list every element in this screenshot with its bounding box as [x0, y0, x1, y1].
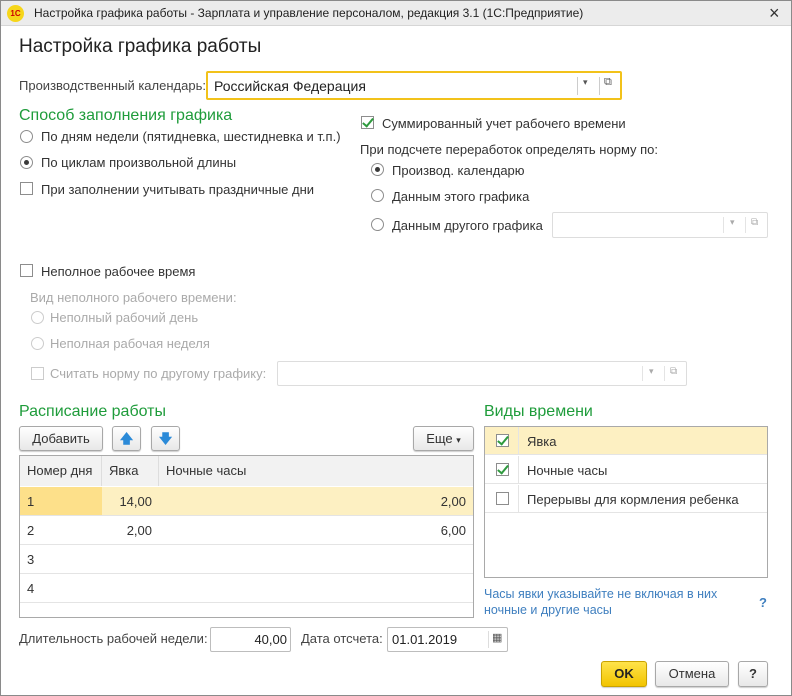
hint-help-icon[interactable]: ? — [759, 595, 767, 610]
ok-button[interactable]: OK — [601, 661, 647, 687]
time-type-label: Перерывы для кормления ребенка — [527, 492, 739, 507]
checkbox-label: Считать норму по другому графику: — [50, 366, 267, 381]
open-icon[interactable]: ⧉ — [670, 366, 677, 377]
radio-label: Данным другого графика — [392, 218, 543, 233]
cell-day[interactable]: 3 — [20, 545, 102, 574]
more-label: Еще — [426, 431, 453, 446]
radio-label: По дням недели (пятидневка, шестидневка … — [41, 129, 341, 144]
part-time-kind-label: Вид неполного рабочего времени: — [30, 290, 237, 305]
cell-attend[interactable] — [102, 574, 159, 603]
radio-this-schedule[interactable] — [371, 189, 384, 202]
help-button[interactable]: ? — [738, 661, 768, 687]
cell-night[interactable]: 6,00 — [159, 516, 473, 545]
checkbox-label: При заполнении учитывать праздничные дни — [41, 182, 315, 197]
radio-label: По циклам произвольной длины — [41, 155, 237, 170]
add-button[interactable]: Добавить — [19, 426, 103, 451]
schedule-table: Номер дня Явка Ночные часы 1 14,00 2,00 2 2,… — [19, 455, 474, 618]
cancel-button[interactable]: Отмена — [655, 661, 729, 687]
move-up-icon[interactable]: 🡅 — [112, 426, 141, 451]
schedule-heading: Расписание работы — [19, 403, 166, 420]
radio-part-week[interactable] — [31, 337, 44, 350]
open-icon[interactable]: ⧉ — [751, 217, 758, 228]
week-length-label: Длительность рабочей недели: — [19, 631, 208, 646]
dropdown-arrow-icon[interactable]: ▾ — [583, 77, 588, 88]
calendar-value: Российская Федерация — [214, 78, 366, 94]
cell-night[interactable] — [159, 545, 473, 574]
time-type-item[interactable]: Перерывы для кормления ребенка — [485, 485, 767, 513]
cell-night[interactable]: 2,00 — [159, 487, 473, 516]
time-type-checkbox[interactable] — [496, 463, 509, 476]
title-bar: 1С Настройка графика работы - Зарплата и… — [1, 1, 791, 26]
column-header[interactable]: Явка — [102, 456, 159, 486]
dropdown-arrow-icon[interactable]: ▾ — [649, 366, 654, 377]
part-time-checkbox[interactable] — [20, 264, 33, 277]
radio-prod-calendar[interactable] — [371, 163, 384, 176]
holidays-checkbox[interactable] — [20, 182, 33, 195]
time-type-label: Ночные часы — [527, 463, 608, 478]
window-title: Настройка графика работы - Зарплата и уп… — [34, 6, 584, 20]
page-title: Настройка графика работы — [19, 36, 262, 57]
calendar-icon[interactable]: ▦ — [492, 631, 502, 644]
more-button[interactable]: Еще ▾ — [413, 426, 474, 451]
hint-line-1: Часы явки указывайте не включая в них — [484, 587, 718, 601]
hint-line-2: ночные и другие часы — [484, 603, 612, 617]
open-icon[interactable]: ⧉ — [604, 76, 612, 89]
calendar-label: Производственный календарь: — [19, 78, 206, 93]
cell-day[interactable]: 1 — [20, 487, 102, 516]
cell-attend[interactable] — [102, 545, 159, 574]
other-schedule-field[interactable]: ▾ ⧉ — [552, 212, 768, 238]
radio-label: Данным этого графика — [392, 189, 530, 204]
start-date-label: Дата отсчета: — [301, 631, 383, 646]
time-type-item[interactable]: Ночные часы — [485, 456, 767, 484]
week-length-input[interactable]: 40,00 — [210, 627, 291, 652]
radio-part-day[interactable] — [31, 311, 44, 324]
norm-label: При подсчете переработок определять норм… — [360, 142, 659, 157]
time-type-item[interactable]: Явка — [485, 427, 767, 455]
summary-checkbox[interactable] — [361, 116, 374, 129]
radio-label: Производ. календарю — [392, 163, 525, 178]
time-type-label: Явка — [527, 434, 557, 449]
fill-method-heading: Способ заполнения графика — [19, 107, 233, 124]
1c-logo-icon: 1С — [7, 5, 24, 22]
dropdown-arrow-icon[interactable]: ▾ — [730, 217, 735, 228]
time-type-checkbox[interactable] — [496, 434, 509, 447]
radio-label: Неполная рабочая неделя — [50, 336, 210, 351]
dropdown-arrow-icon: ▾ — [456, 435, 461, 445]
cell-day[interactable]: 4 — [20, 574, 102, 603]
time-type-checkbox[interactable] — [496, 492, 509, 505]
start-date-value: 01.01.2019 — [392, 632, 458, 647]
cell-attend[interactable]: 14,00 — [102, 487, 159, 516]
move-down-icon[interactable]: 🡇 — [151, 426, 180, 451]
start-date-input[interactable]: 01.01.2019 ▦ — [387, 627, 508, 652]
radio-other-schedule[interactable] — [371, 218, 384, 231]
calendar-field[interactable]: Российская Федерация ▾ ⧉ — [206, 71, 622, 100]
radio-by-weekdays[interactable] — [20, 130, 33, 143]
other-norm-checkbox[interactable] — [31, 367, 44, 380]
column-header[interactable]: Ночные часы — [159, 456, 473, 486]
column-header[interactable]: Номер дня — [20, 456, 102, 486]
checkbox-label: Суммированный учет рабочего времени — [382, 116, 626, 131]
radio-label: Неполный рабочий день — [50, 310, 199, 325]
time-types-heading: Виды времени — [484, 403, 593, 420]
cell-day[interactable]: 2 — [20, 516, 102, 545]
checkbox-label: Неполное рабочее время — [41, 264, 196, 279]
radio-by-cycles[interactable] — [20, 156, 33, 169]
time-types-list: Явка Ночные часы Перерывы для кормления ре… — [484, 426, 768, 578]
cell-night[interactable] — [159, 574, 473, 603]
close-icon[interactable]: × — [769, 3, 780, 24]
cell-attend[interactable]: 2,00 — [102, 516, 159, 545]
other-norm-field[interactable]: ▾ ⧉ — [277, 361, 687, 386]
dialog-window: 1С Настройка графика работы - Зарплата и… — [0, 0, 792, 696]
